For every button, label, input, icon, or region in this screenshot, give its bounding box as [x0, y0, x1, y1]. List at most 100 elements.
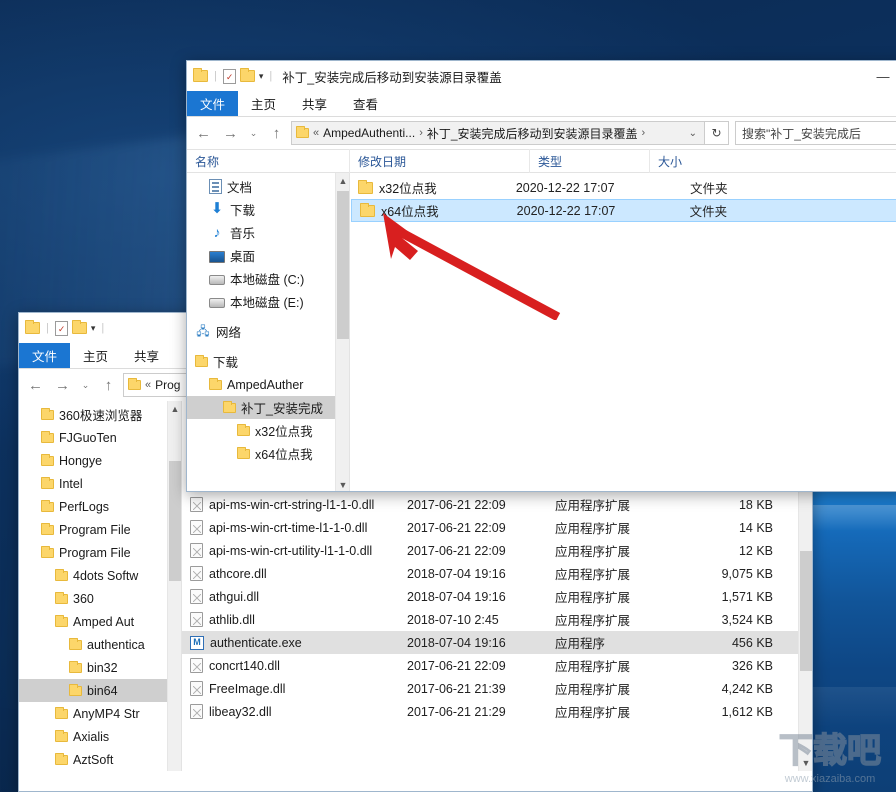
file-name-cell[interactable]: api-ms-win-crt-time-l1-1-0.dll	[182, 520, 407, 535]
breadcrumb-overflow[interactable]: «	[313, 127, 319, 139]
tab-view[interactable]: 查看	[340, 91, 391, 116]
chevron-down-icon[interactable]: ▾	[259, 71, 264, 82]
scroll-up-icon[interactable]: ▲	[336, 173, 349, 189]
breadcrumb-segment-2[interactable]: 补丁_安装完成后移动到安装源目录覆盖	[427, 125, 638, 142]
file-name-cell[interactable]: libeay32.dll	[182, 704, 407, 719]
column-header-type[interactable]: 类型	[530, 149, 650, 173]
scroll-up-icon[interactable]: ▲	[168, 401, 181, 417]
forward-button[interactable]: →	[218, 120, 243, 146]
front-navigation-pane[interactable]: 文档 ⬇ 下载 ♪ 音乐 桌面 本地磁盘 (C:) 本地磁盘 (E:) 🖧 网络下载 AmpedAu…	[187, 173, 350, 491]
nav-tree-item[interactable]: AmpedAuther	[187, 373, 349, 396]
nav-tree-item[interactable]: 4dots Softw	[19, 564, 181, 587]
nav-tree-item[interactable]: 文档	[187, 175, 349, 198]
nav-tree-item[interactable]: x64位点我	[187, 442, 349, 465]
chevron-down-icon[interactable]: ▾	[91, 323, 96, 334]
explorer-window-front[interactable]: | ✓ ▾ | 补丁_安装完成后移动到安装源目录覆盖 — 文件 主页 共享 查看…	[186, 60, 896, 492]
nav-tree-item[interactable]: Program File	[19, 541, 181, 564]
properties-icon[interactable]: ✓	[54, 320, 68, 336]
nav-tree-item[interactable]: 补丁_安装完成	[187, 396, 349, 419]
front-nav-scrollbar[interactable]: ▲ ▼	[335, 173, 349, 491]
refresh-button[interactable]: ↻	[705, 121, 729, 145]
file-row[interactable]: concrt140.dll 2017-06-21 22:09 应用程序扩展 326 K…	[182, 654, 812, 677]
back-quick-access-toolbar[interactable]: | ✓ ▾ |	[25, 320, 106, 336]
minimize-button[interactable]: —	[861, 61, 896, 91]
front-file-list[interactable]: x32位点我 2020-12-22 17:07 文件夹 x64位点我 2020-12-2…	[350, 173, 896, 491]
file-row[interactable]: athlib.dll 2018-07-10 2:45 应用程序扩展 3,524 KB	[182, 608, 812, 631]
breadcrumb-segment-1[interactable]: AmpedAuthenti...	[323, 126, 415, 140]
nav-tree-item[interactable]: Hongye	[19, 449, 181, 472]
file-row[interactable]: libeay32.dll 2017-06-21 21:29 应用程序扩展 1,612 …	[182, 700, 812, 723]
nav-tree-item[interactable]: ♪ 音乐	[187, 221, 349, 244]
back-tab-home[interactable]: 主页	[70, 343, 121, 368]
file-row[interactable]: api-ms-win-crt-time-l1-1-0.dll 2017-06-21…	[182, 516, 812, 539]
file-row[interactable]: athgui.dll 2018-07-04 19:16 应用程序扩展 1,571 KB	[182, 585, 812, 608]
nav-tree-item[interactable]: 本地磁盘 (E:)	[187, 290, 349, 313]
nav-tree-item[interactable]: Intel	[19, 472, 181, 495]
back-button[interactable]: ←	[23, 372, 48, 398]
nav-tree-item[interactable]: 本地磁盘 (C:)	[187, 267, 349, 290]
nav-tree-item[interactable]: 360极速浏览器	[19, 403, 181, 426]
file-row[interactable]: x64位点我 2020-12-22 17:07 文件夹	[351, 199, 896, 222]
nav-tree-item[interactable]: FJGuoTen	[19, 426, 181, 449]
scroll-down-icon[interactable]: ▼	[799, 755, 812, 771]
file-name-cell[interactable]: athlib.dll	[182, 612, 407, 627]
back-nav-scrollbar[interactable]: ▲	[167, 401, 181, 771]
nav-tree-item[interactable]: AnyMP4 Str	[19, 702, 181, 725]
breadcrumb-segment[interactable]: Prog	[155, 378, 180, 392]
front-column-headers[interactable]: 名称 修改日期 类型 大小	[187, 149, 896, 173]
scroll-down-icon[interactable]: ▼	[336, 477, 349, 491]
recent-locations-icon[interactable]: ⌄	[245, 120, 262, 146]
up-button[interactable]: ↑	[264, 120, 289, 146]
nav-tree-item[interactable]: authentica	[19, 633, 181, 656]
file-row[interactable]: api-ms-win-crt-utility-l1-1-0.dll 2017-06…	[182, 539, 812, 562]
nav-tree-item[interactable]: bin64	[19, 679, 181, 702]
properties-icon[interactable]: ✓	[222, 68, 236, 84]
file-name-cell[interactable]: Mauthenticate.exe	[182, 635, 407, 650]
folder-icon[interactable]	[25, 320, 40, 334]
nav-tree-item[interactable]: x32位点我	[187, 419, 349, 442]
front-quick-access-toolbar[interactable]: | ✓ ▾ |	[193, 68, 274, 84]
window-controls[interactable]: —	[861, 61, 896, 91]
nav-tree-item[interactable]: 下载	[187, 350, 349, 373]
file-name-cell[interactable]: api-ms-win-crt-string-l1-1-0.dll	[182, 497, 407, 512]
file-name-cell[interactable]: x64位点我	[352, 201, 509, 220]
nav-tree-item[interactable]: 360	[19, 587, 181, 610]
column-header-name[interactable]: 名称	[187, 149, 350, 173]
file-row[interactable]: FreeImage.dll 2017-06-21 21:39 应用程序扩展 4,242…	[182, 677, 812, 700]
address-dropdown-icon[interactable]: ⌄	[686, 128, 700, 139]
tab-share[interactable]: 共享	[289, 91, 340, 116]
breadcrumb-overflow[interactable]: «	[145, 379, 151, 391]
breadcrumb-arrow-2[interactable]: ›	[642, 127, 646, 139]
new-folder-icon[interactable]	[239, 68, 255, 82]
back-tab-share[interactable]: 共享	[121, 343, 172, 368]
file-name-cell[interactable]: api-ms-win-crt-utility-l1-1-0.dll	[182, 543, 407, 558]
nav-tree-item[interactable]: AztSoft	[19, 748, 181, 771]
scrollbar-thumb[interactable]	[169, 461, 181, 581]
file-row[interactable]: x32位点我 2020-12-22 17:07 文件夹	[350, 176, 896, 199]
up-button[interactable]: ↑	[96, 372, 121, 398]
nav-tree-item[interactable]: ⬇ 下载	[187, 198, 349, 221]
back-button[interactable]: ←	[191, 120, 216, 146]
column-header-size[interactable]: 大小	[650, 149, 770, 173]
scrollbar-thumb[interactable]	[800, 551, 812, 671]
front-window-titlebar[interactable]: | ✓ ▾ | 补丁_安装完成后移动到安装源目录覆盖 —	[187, 61, 896, 91]
nav-tree-item[interactable]: Axialis	[19, 725, 181, 748]
nav-tree-item[interactable]: 桌面	[187, 244, 349, 267]
recent-locations-icon[interactable]: ⌄	[77, 372, 94, 398]
file-name-cell[interactable]: FreeImage.dll	[182, 681, 407, 696]
forward-button[interactable]: →	[50, 372, 75, 398]
file-name-cell[interactable]: athcore.dll	[182, 566, 407, 581]
back-navigation-pane[interactable]: 360极速浏览器 FJGuoTen Hongye Intel PerfLogs Progr…	[19, 401, 182, 771]
file-row[interactable]: athcore.dll 2018-07-04 19:16 应用程序扩展 9,075 K…	[182, 562, 812, 585]
nav-tree-item[interactable]: 🖧 网络	[187, 320, 349, 343]
file-name-cell[interactable]: concrt140.dll	[182, 658, 407, 673]
file-name-cell[interactable]: athgui.dll	[182, 589, 407, 604]
front-ribbon-tabs[interactable]: 文件 主页 共享 查看	[187, 91, 896, 117]
column-header-date[interactable]: 修改日期	[350, 149, 530, 173]
file-name-cell[interactable]: x32位点我	[350, 178, 508, 197]
breadcrumb-arrow-1[interactable]: ›	[419, 127, 423, 139]
file-row[interactable]: api-ms-win-crt-string-l1-1-0.dll 2017-06-…	[182, 493, 812, 516]
nav-tree-item[interactable]: Amped Aut	[19, 610, 181, 633]
back-tab-file[interactable]: 文件	[19, 343, 71, 368]
nav-tree-item[interactable]: PerfLogs	[19, 495, 181, 518]
